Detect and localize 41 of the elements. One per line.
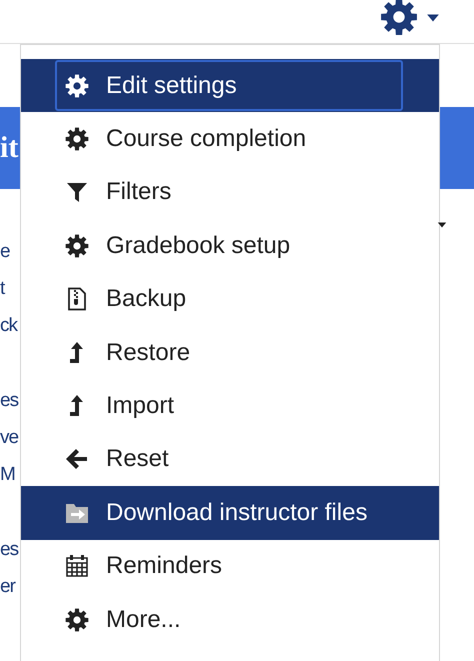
page-text: M [0, 463, 15, 487]
menu-label: Backup [106, 285, 186, 314]
menu-item[interactable]: Reminders [21, 540, 439, 593]
menu-label: Download instructor files [106, 498, 368, 527]
calendar-icon [65, 554, 89, 578]
menu-item[interactable]: Backup [21, 272, 439, 326]
gear-icon [65, 234, 89, 258]
menu-item[interactable]: Restore [21, 326, 439, 380]
page-text: ve [0, 426, 18, 450]
menu-label: Reminders [106, 552, 222, 580]
menu-label: Filters [106, 178, 172, 206]
page-text: ck [0, 314, 17, 338]
settings-icon[interactable] [380, 0, 418, 36]
menu-label: Edit settings [106, 72, 237, 100]
left-arrow-icon [65, 447, 89, 472]
menu-label: Course completion [106, 125, 306, 154]
menu-label: Gradebook setup [106, 232, 290, 260]
funnel-icon [65, 180, 89, 204]
page-text: es [0, 538, 18, 562]
page-title: it [0, 133, 18, 163]
menu-item[interactable]: Gradebook setup [21, 219, 439, 273]
menu-item[interactable]: Course completion [21, 112, 439, 166]
menu-item[interactable]: Download instructor files [21, 486, 439, 540]
page-text: es [0, 389, 18, 413]
page-text: t [0, 277, 4, 301]
gear-icon [65, 74, 89, 98]
menu-item[interactable]: Filters [21, 166, 439, 220]
menu-item[interactable]: Reset [21, 432, 439, 486]
menu-label: Import [106, 392, 174, 420]
gear-icon [65, 608, 89, 632]
page-text: er [0, 575, 15, 599]
page-text: e [0, 240, 10, 264]
menu-item[interactable]: Import [21, 379, 439, 433]
menu-item[interactable]: More... [21, 592, 439, 646]
menu-item[interactable]: Edit settings [21, 59, 439, 112]
menu-label: Restore [106, 338, 190, 367]
gear-icon [65, 127, 89, 152]
zip-file-icon [65, 287, 89, 312]
menu-label: Reset [106, 445, 169, 474]
menu-label: More... [106, 606, 181, 634]
caret-icon [437, 220, 447, 230]
